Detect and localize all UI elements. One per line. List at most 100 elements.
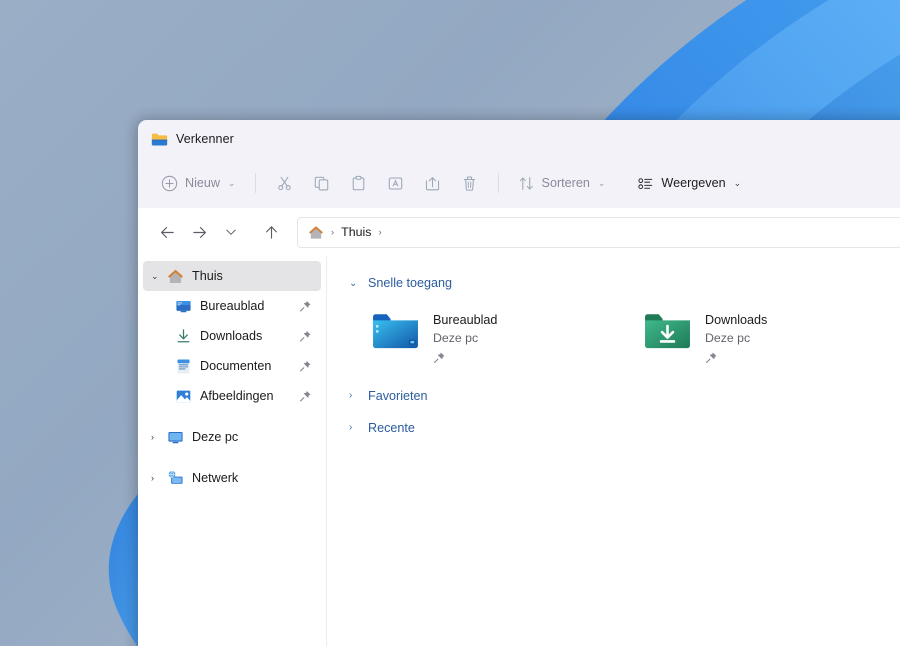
tile-text-block: Bureaublad Deze pc: [433, 308, 497, 364]
folder-icon: [151, 132, 168, 147]
desktop-folder-icon: [371, 310, 420, 352]
rename-button[interactable]: [377, 166, 414, 200]
sidebar-item-bureaublad[interactable]: Bureaublad: [143, 291, 321, 321]
sidebar-item-deze-pc[interactable]: › Deze pc: [143, 422, 321, 452]
view-list-icon: [637, 175, 654, 192]
group-header-label: Recente: [368, 421, 415, 435]
plus-circle-icon: [161, 175, 178, 192]
home-icon: [308, 225, 324, 240]
breadcrumb-separator-trailing[interactable]: ›: [378, 227, 381, 238]
desktop: Verkenner Nieuw ⌄: [0, 0, 900, 646]
chevron-right-icon[interactable]: ›: [151, 432, 167, 442]
arrow-left-icon: [159, 224, 176, 241]
pin-icon[interactable]: [299, 300, 312, 313]
sort-arrows-icon: [518, 175, 535, 192]
back-button[interactable]: [152, 217, 182, 247]
view-button-label: Weergeven: [661, 176, 725, 190]
sidebar-item-label: Thuis: [192, 269, 223, 283]
copy-button[interactable]: [303, 166, 340, 200]
chevron-down-icon[interactable]: ⌄: [151, 271, 167, 282]
view-button[interactable]: Weergeven ⌄: [628, 166, 750, 200]
tile-location: Deze pc: [433, 329, 497, 347]
toolbar-divider-1: [255, 173, 256, 193]
paste-icon: [350, 175, 367, 192]
delete-button[interactable]: [451, 166, 488, 200]
window-titlebar: Verkenner: [138, 120, 900, 158]
navigation-pane: ⌄ Thuis Bureaublad: [138, 256, 327, 646]
file-explorer-window: Verkenner Nieuw ⌄: [138, 120, 900, 646]
group-header-label: Favorieten: [368, 389, 428, 403]
sidebar-item-label: Deze pc: [192, 430, 238, 444]
up-button[interactable]: [256, 217, 286, 247]
trash-icon: [461, 175, 478, 192]
chevron-down-icon: ⌄: [598, 179, 606, 188]
sidebar-item-label: Netwerk: [192, 471, 238, 485]
copy-icon: [313, 175, 330, 192]
content-pane: ⌄ Snelle toegang: [327, 256, 900, 646]
pictures-icon: [175, 388, 192, 405]
window-body: ⌄ Thuis Bureaublad: [138, 256, 900, 646]
pin-icon[interactable]: [299, 360, 312, 373]
arrow-up-icon: [263, 224, 280, 241]
share-icon: [424, 175, 441, 192]
chevron-right-icon: ›: [349, 422, 359, 433]
arrow-right-icon: [191, 224, 208, 241]
breadcrumb-separator: ›: [331, 227, 334, 238]
new-button-label: Nieuw: [185, 176, 220, 190]
group-header-label: Snelle toegang: [368, 276, 452, 290]
chevron-right-icon: ›: [349, 390, 359, 401]
tile-name: Downloads: [705, 311, 767, 329]
sidebar-item-afbeeldingen[interactable]: Afbeeldingen: [143, 381, 321, 411]
chevron-down-icon: ⌄: [349, 278, 359, 289]
toolbar-divider-2: [498, 173, 499, 193]
tile-downloads[interactable]: Downloads Deze pc: [639, 305, 900, 367]
breadcrumb-current[interactable]: Thuis: [341, 225, 371, 239]
chevron-down-icon: ⌄: [734, 179, 742, 188]
pin-icon[interactable]: [433, 351, 446, 364]
cut-button[interactable]: [266, 166, 303, 200]
sidebar-item-label: Documenten: [200, 359, 271, 373]
recent-locations-button[interactable]: [216, 217, 246, 247]
quick-access-tiles: Bureaublad Deze pc: [349, 298, 900, 367]
tile-bureaublad[interactable]: Bureaublad Deze pc: [367, 305, 639, 367]
chevron-down-icon: ⌄: [228, 179, 236, 188]
sidebar-item-documenten[interactable]: Documenten: [143, 351, 321, 381]
desktop-icon: [175, 298, 192, 315]
sidebar-item-label: Downloads: [200, 329, 262, 343]
share-button[interactable]: [414, 166, 451, 200]
group-header-snelle-toegang[interactable]: ⌄ Snelle toegang: [349, 270, 900, 296]
command-toolbar: Nieuw ⌄: [138, 158, 900, 208]
sidebar-item-downloads[interactable]: Downloads: [143, 321, 321, 351]
downloads-folder-icon: [643, 310, 692, 352]
forward-button[interactable]: [184, 217, 214, 247]
tile-location: Deze pc: [705, 329, 767, 347]
this-pc-icon: [167, 429, 184, 446]
sidebar-item-netwerk[interactable]: › Netwerk: [143, 463, 321, 493]
sidebar-item-label: Bureaublad: [200, 299, 264, 313]
download-icon: [175, 328, 192, 345]
sidebar-gap-1: [138, 411, 326, 422]
window-title: Verkenner: [176, 132, 234, 146]
rename-icon: [387, 175, 404, 192]
paste-button[interactable]: [340, 166, 377, 200]
network-icon: [167, 470, 184, 487]
pin-icon[interactable]: [299, 390, 312, 403]
address-bar[interactable]: › Thuis ›: [297, 217, 900, 248]
chevron-right-icon[interactable]: ›: [151, 473, 167, 483]
home-icon: [167, 268, 184, 285]
chevron-down-icon: [224, 225, 238, 239]
sidebar-gap-2: [138, 452, 326, 463]
group-header-favorieten[interactable]: › Favorieten: [349, 383, 900, 409]
group-header-recente[interactable]: › Recente: [349, 415, 900, 441]
scissors-icon: [276, 175, 293, 192]
sort-button[interactable]: Sorteren ⌄: [509, 166, 615, 200]
document-icon: [175, 358, 192, 375]
navigation-bar: › Thuis ›: [138, 208, 900, 256]
new-button[interactable]: Nieuw ⌄: [152, 166, 245, 200]
pin-icon[interactable]: [705, 351, 718, 364]
sidebar-item-label: Afbeeldingen: [200, 389, 274, 403]
sidebar-item-thuis[interactable]: ⌄ Thuis: [143, 261, 321, 291]
sort-button-label: Sorteren: [542, 176, 590, 190]
tile-name: Bureaublad: [433, 311, 497, 329]
pin-icon[interactable]: [299, 330, 312, 343]
